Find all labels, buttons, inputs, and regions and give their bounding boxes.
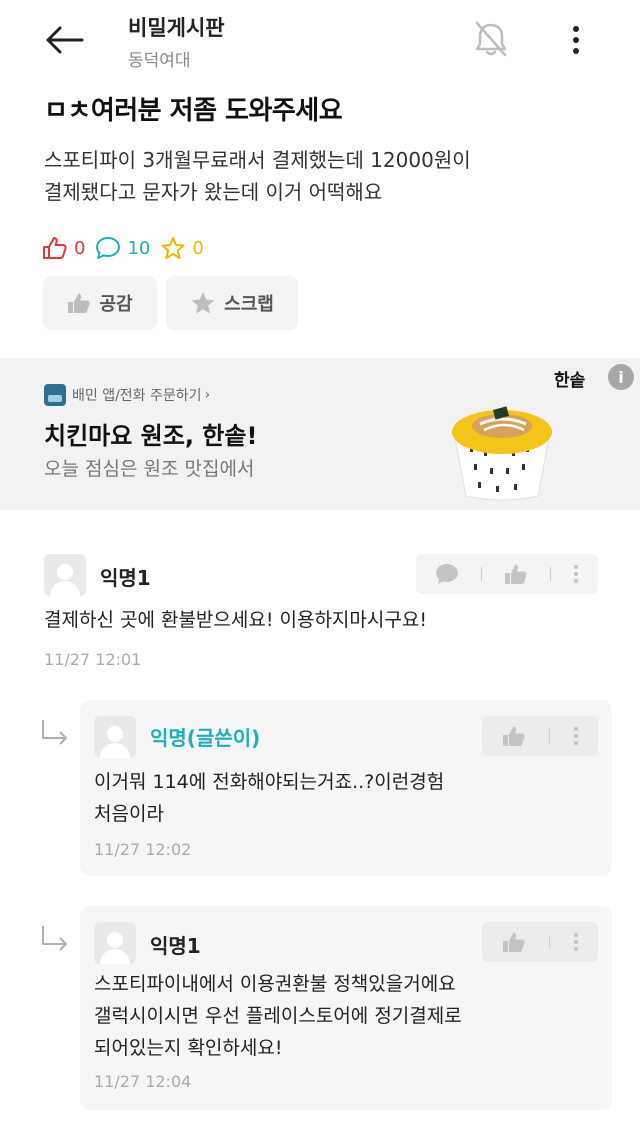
more-options-button[interactable] bbox=[558, 18, 594, 62]
post-body-line: 스포티파이 3개월무료래서 결제했는데 12000원이 bbox=[44, 148, 471, 172]
app-thumbnail-icon bbox=[44, 384, 66, 406]
top-bar: 비밀게시판 동덕여대 bbox=[0, 0, 640, 80]
post-body: 스포티파이 3개월무료래서 결제했는데 12000원이 결제됐다고 문자가 왔는… bbox=[44, 144, 604, 208]
reply-text-line: 갤럭시이시면 우선 플레이스토어에 정기결제로 bbox=[94, 1005, 462, 1027]
reply-icon[interactable] bbox=[435, 563, 459, 585]
reply-text: 스포티파이내에서 이용권환불 정책있을거에요 갤럭시이시면 우선 플레이스토어에… bbox=[94, 968, 462, 1064]
star-icon bbox=[191, 292, 215, 314]
reply-author: 익명1 bbox=[150, 934, 201, 958]
thumbs-up-icon[interactable] bbox=[502, 931, 526, 953]
ad-banner[interactable]: 배민 앱/전화 주문하기 › 치킨마요 원조, 한솥! 오늘 점심은 원조 맛집… bbox=[0, 358, 640, 510]
like-button-label: 공감 bbox=[99, 294, 133, 315]
avatar bbox=[94, 716, 136, 758]
post-body-line: 결제됐다고 문자가 왔는데 이거 어떡해요 bbox=[44, 180, 383, 204]
divider bbox=[481, 567, 482, 581]
arrow-left-icon bbox=[46, 26, 84, 54]
ad-source-label: 배민 앱/전화 주문하기 bbox=[72, 388, 202, 404]
divider bbox=[548, 935, 550, 949]
comment-author: 익명1 bbox=[100, 566, 151, 590]
like-count: 0 bbox=[74, 237, 86, 259]
reply-text-line: 이거뭐 114에 전화해야되는거죠..?이런경험 bbox=[94, 771, 445, 793]
more-vertical-icon[interactable] bbox=[573, 932, 579, 952]
reply-card: 익명1 스포티파이내에서 이용권환불 정책있을거에요 갤럭시이시면 우선 플레이… bbox=[80, 906, 612, 1110]
thumbs-up-icon[interactable] bbox=[504, 563, 528, 585]
post-title: ㅁㅊ여러분 저좀 도와주세요 bbox=[44, 96, 343, 126]
reply-text-line: 처음이라 bbox=[94, 803, 164, 825]
scrap-stat: 0 bbox=[160, 236, 204, 260]
back-button[interactable] bbox=[38, 18, 90, 62]
thumbs-up-icon bbox=[68, 293, 91, 313]
notification-toggle-button[interactable] bbox=[466, 14, 516, 64]
divider bbox=[548, 729, 550, 743]
food-bowl-image bbox=[452, 406, 552, 501]
scrap-count: 0 bbox=[192, 237, 204, 259]
star-icon bbox=[161, 237, 185, 259]
scrap-button[interactable]: 스크랩 bbox=[166, 276, 298, 330]
board-title: 비밀게시판 bbox=[128, 16, 225, 40]
divider bbox=[550, 567, 551, 581]
bell-off-icon bbox=[475, 21, 507, 57]
like-button[interactable]: 공감 bbox=[43, 276, 157, 330]
thumbs-up-icon[interactable] bbox=[502, 725, 526, 747]
ad-source-link[interactable]: 배민 앱/전화 주문하기 › bbox=[44, 384, 210, 406]
reply-author: 익명(글쓴이) bbox=[150, 726, 261, 750]
reply-time: 11/27 12:04 bbox=[94, 1072, 192, 1091]
avatar bbox=[44, 554, 86, 596]
ad-headline: 치킨마요 원조, 한솥! bbox=[44, 422, 258, 450]
reply-arrow-icon bbox=[42, 926, 67, 951]
ad-description: 오늘 점심은 원조 맛집에서 bbox=[44, 458, 255, 480]
comment-actions bbox=[416, 554, 598, 594]
more-vertical-icon bbox=[573, 26, 579, 54]
reply-text: 이거뭐 114에 전화해야되는거죠..?이런경험 처음이라 bbox=[94, 766, 444, 830]
comment-time: 11/27 12:01 bbox=[44, 650, 142, 669]
chevron-right-icon: › bbox=[204, 387, 211, 403]
board-subtitle: 동덕여대 bbox=[128, 51, 191, 71]
avatar bbox=[94, 922, 136, 964]
thumbs-up-icon bbox=[43, 237, 67, 259]
comment-stat: 10 bbox=[95, 236, 150, 260]
reply-text-line: 스포티파이내에서 이용권환불 정책있을거에요 bbox=[94, 973, 456, 995]
reply-actions bbox=[482, 716, 598, 756]
scrap-button-label: 스크랩 bbox=[224, 294, 274, 315]
like-stat: 0 bbox=[42, 236, 85, 260]
comment-bubble-icon bbox=[96, 237, 121, 259]
post-stats: 0 10 0 bbox=[42, 232, 214, 264]
reply-time: 11/27 12:02 bbox=[94, 840, 192, 859]
more-vertical-icon[interactable] bbox=[573, 564, 579, 584]
comment-text: 결제하신 곳에 환불받으세요! 이용하지마시구요! bbox=[44, 609, 427, 631]
reply-card: 익명(글쓴이) 이거뭐 114에 전화해야되는거죠..?이런경험 처음이라 11… bbox=[80, 700, 612, 876]
reply-actions bbox=[482, 922, 598, 962]
ad-info-icon[interactable]: i bbox=[608, 364, 634, 390]
more-vertical-icon[interactable] bbox=[573, 726, 579, 746]
reply-text-line: 되어있는지 확인하세요! bbox=[94, 1037, 283, 1059]
reply-arrow-icon bbox=[42, 720, 67, 745]
comment-count: 10 bbox=[127, 237, 151, 259]
